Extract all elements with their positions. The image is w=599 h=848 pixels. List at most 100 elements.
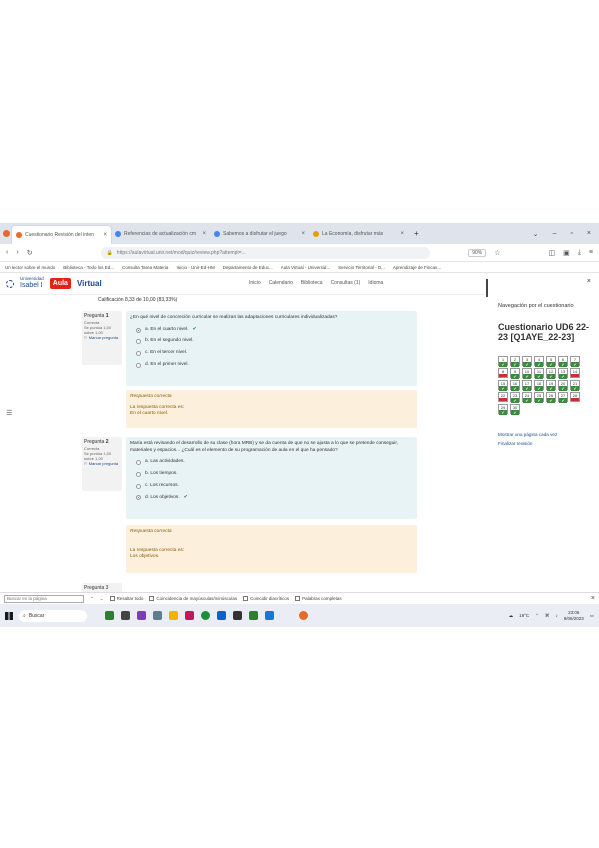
minimize-icon[interactable]: – [553, 230, 557, 238]
radio-button[interactable] [136, 483, 141, 489]
media-icon[interactable] [249, 611, 258, 620]
flag-question-link[interactable]: ⚐ Marcar pregunta [84, 335, 120, 340]
browser-tab[interactable]: La Economía, disfrutar más × [309, 226, 408, 241]
close-icon[interactable]: × [587, 230, 591, 238]
url-field[interactable]: 🔒 https://aulavirtual.unir.net/mod/quiz/… [100, 246, 431, 259]
question-nav-cell[interactable]: 13 ✔ [558, 368, 568, 379]
nav-item-biblioteca[interactable]: Biblioteca [301, 280, 323, 286]
question-nav-cell[interactable]: 4 ✔ [534, 356, 544, 367]
radio-button[interactable] [136, 495, 141, 501]
weather-text[interactable]: 19°C [519, 613, 529, 618]
bookmark-item[interactable]: Consulta Tarea Materia [122, 265, 168, 270]
close-icon[interactable]: × [591, 595, 595, 602]
taskbar-search[interactable]: ⌕ Buscar [19, 609, 87, 622]
radio-button[interactable] [136, 350, 141, 356]
find-option[interactable]: Resaltar todo [109, 596, 143, 601]
flag-question-link[interactable]: ⚐ Marcar pregunta [84, 461, 120, 466]
close-icon[interactable]: × [587, 278, 591, 285]
nav-item-idioma[interactable]: Idioma [368, 280, 383, 286]
show-one-page-link[interactable]: Mostrar una página cada vez [498, 432, 557, 437]
nav-item-consultas[interactable]: Consultas (1) [331, 280, 361, 286]
radio-button[interactable] [136, 362, 141, 368]
notifications-icon[interactable]: ▭ [590, 613, 594, 619]
teams-icon[interactable] [137, 611, 146, 620]
checkbox[interactable] [109, 596, 115, 601]
reload-icon[interactable]: ↻ [27, 249, 33, 257]
checkbox[interactable] [243, 596, 249, 601]
star-icon[interactable]: ☆ [494, 249, 500, 257]
app-icon[interactable] [121, 611, 130, 620]
question-nav-cell[interactable]: 20 ✔ [558, 380, 568, 391]
question-nav-cell[interactable]: 25 ✔ [534, 392, 544, 403]
course-index-icon[interactable]: ☰ [6, 409, 12, 417]
drawer-handle[interactable] [486, 279, 488, 297]
find-next-icon[interactable]: ⌄ [100, 596, 104, 602]
question-nav-cell[interactable]: 27 ✔ [558, 392, 568, 403]
radio-button[interactable] [136, 460, 141, 466]
check-app-icon[interactable] [265, 611, 274, 620]
menu-icon[interactable]: ≡ [589, 249, 593, 256]
question-nav-cell[interactable]: 8 [498, 368, 508, 378]
zoom-indicator[interactable]: 90% [468, 248, 487, 257]
question-nav-cell[interactable]: 1 ✔ [498, 356, 508, 367]
answer-option[interactable]: b. Los tiempos. [130, 471, 413, 478]
checkbox[interactable] [295, 596, 301, 601]
question-nav-cell[interactable]: 19 ✔ [546, 380, 556, 391]
bookmark-item[interactable]: Servicio Territorial - D... [338, 265, 385, 270]
find-option[interactable]: Coincidencia de mayúsculas/minúsculas [149, 596, 237, 601]
answer-option[interactable]: b. En el segundo nivel. [130, 338, 413, 345]
app-icon[interactable] [185, 611, 194, 620]
radio-button[interactable] [136, 471, 141, 477]
firefox-icon[interactable] [0, 230, 12, 237]
question-nav-cell[interactable]: 26 ✔ [546, 392, 556, 403]
close-icon[interactable]: × [301, 231, 305, 237]
answer-option[interactable]: d. En el primer nivel. [130, 362, 413, 369]
chevron-down-icon[interactable]: ⌄ [533, 230, 539, 238]
browser-tab[interactable]: Referencias de actualización cm × [111, 226, 210, 241]
calculator-icon[interactable] [153, 611, 162, 620]
find-previous-icon[interactable]: ⌃ [90, 596, 94, 602]
question-nav-cell[interactable]: 22 [498, 392, 508, 402]
bookmark-item[interactable]: Un lector sobre el mundo [5, 265, 55, 270]
close-icon[interactable]: × [400, 231, 404, 237]
question-nav-cell[interactable]: 3 ✔ [522, 356, 532, 367]
nav-item-inicio[interactable]: Inicio [249, 280, 261, 286]
radio-button[interactable] [136, 339, 141, 345]
question-nav-cell[interactable]: 10 ✔ [522, 368, 532, 379]
bookmark-item[interactable]: Biblioteca - Todo los Ed... [63, 265, 114, 270]
university-name[interactable]: Universidad Isabel I [20, 276, 44, 290]
question-nav-cell[interactable]: 14 [570, 368, 580, 378]
volume-icon[interactable]: ♪ [555, 613, 557, 618]
question-nav-cell[interactable]: 12 ✔ [546, 368, 556, 379]
windows-start-icon[interactable] [5, 611, 13, 620]
question-nav-cell[interactable]: 16 ✔ [510, 380, 520, 391]
answer-option[interactable]: a. En el cuarto nivel. ✔ [130, 327, 413, 334]
question-nav-cell[interactable]: 9 ✔ [510, 368, 520, 379]
forward-icon[interactable]: › [16, 249, 18, 256]
new-tab-button[interactable]: + [414, 229, 419, 238]
chevron-up-icon[interactable]: ⌃ [535, 613, 539, 619]
find-input[interactable] [4, 594, 84, 603]
answer-option[interactable]: d. Los objetivos. ✔ [130, 495, 413, 502]
outlook-icon[interactable] [217, 611, 226, 620]
question-nav-cell[interactable]: 29 ✔ [498, 404, 508, 415]
question-nav-cell[interactable]: 23 ✔ [510, 392, 520, 403]
question-nav-cell[interactable]: 6 ✔ [558, 356, 568, 367]
maximize-icon[interactable]: ▫ [570, 230, 572, 238]
close-icon[interactable]: × [202, 231, 206, 237]
app-icon[interactable] [233, 611, 242, 620]
back-icon[interactable]: ‹ [6, 249, 8, 256]
question-nav-cell[interactable]: 11 ✔ [534, 368, 544, 379]
find-option[interactable]: Palabras completas [295, 596, 342, 601]
find-option[interactable]: Coincidir diacríticos [243, 596, 289, 601]
folder-icon[interactable] [169, 611, 178, 620]
pocket-icon[interactable]: ◫ [549, 249, 556, 257]
question-nav-cell[interactable]: 7 ✔ [570, 356, 580, 367]
clover-app-icon[interactable] [105, 611, 114, 620]
network-icon[interactable]: ⌘ [545, 613, 550, 619]
nav-item-calendario[interactable]: Calendario [269, 280, 293, 286]
close-icon[interactable]: × [103, 232, 107, 238]
question-nav-cell[interactable]: 2 ✔ [510, 356, 520, 367]
question-nav-cell[interactable]: 21 ✔ [570, 380, 580, 391]
bookmark-item[interactable]: Inicio - Unir-Ed-HM [176, 265, 214, 270]
